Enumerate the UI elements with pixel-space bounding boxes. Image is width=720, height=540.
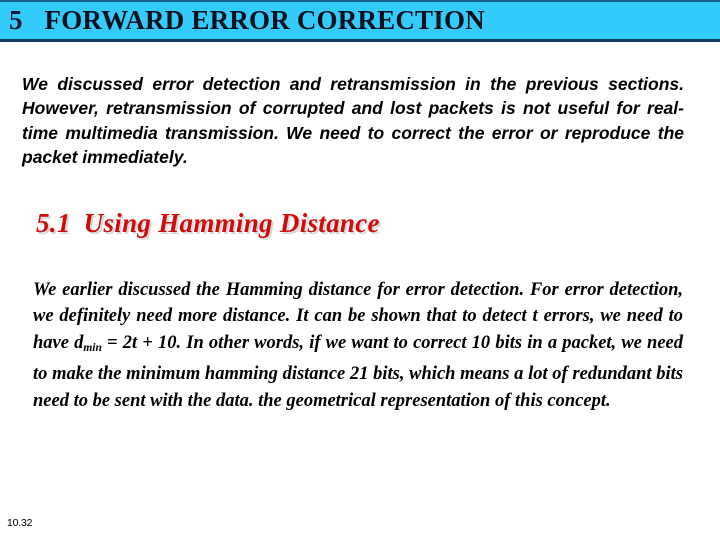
intro-paragraph: We discussed error detection and retrans…: [22, 73, 684, 168]
subsection-heading: 5.1 Using Hamming Distance: [36, 208, 380, 239]
section-number: 5: [9, 5, 23, 35]
body-text-part-2: = 2t + 10. In other words, if we want to…: [33, 332, 683, 411]
body-paragraph: We earlier discussed the Hamming distanc…: [33, 277, 683, 415]
footer-page-number: 10.32: [7, 517, 33, 529]
dmin-subscript: min: [83, 341, 102, 354]
page-title: FORWARD ERROR CORRECTION: [44, 5, 485, 35]
slide-canvas: 5 FORWARD ERROR CORRECTION We discussed …: [0, 0, 720, 540]
title-banner: 5 FORWARD ERROR CORRECTION: [0, 0, 720, 42]
subsection-number: 5.1: [36, 208, 71, 238]
subsection-title: Using Hamming Distance: [83, 208, 380, 238]
